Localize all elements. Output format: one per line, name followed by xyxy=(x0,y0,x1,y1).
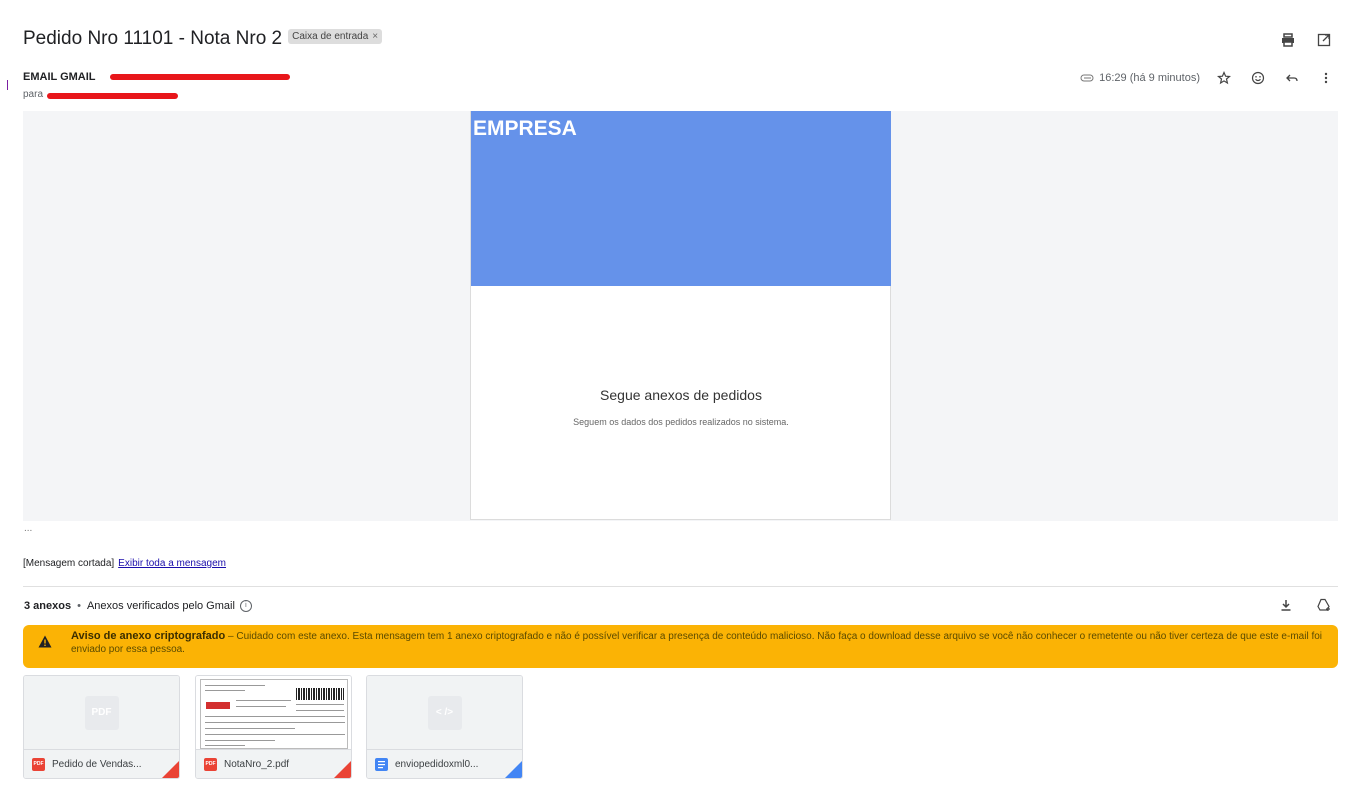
attachment-actions xyxy=(1276,595,1334,615)
time-text: 16:29 (há 9 minutos) xyxy=(1099,72,1200,84)
warning-title: Aviso de anexo criptografado xyxy=(71,630,226,642)
attachment-name: Pedido de Vendas... xyxy=(52,759,142,770)
attachment-thumbnail: < /> xyxy=(367,676,522,749)
pdf-icon: PDF xyxy=(204,758,217,771)
message-time: 16:29 (há 9 minutos) xyxy=(1080,72,1200,84)
label-chip-text: Caixa de entrada xyxy=(292,31,369,43)
clipped-message: [Mensagem cortada] Exibir toda a mensagem xyxy=(23,558,226,569)
subject-text: Pedido Nro 11101 - Nota Nro 2 xyxy=(23,28,283,49)
card-title: Segue anexos de pedidos xyxy=(600,387,762,403)
company-name: EMPRESA xyxy=(473,117,577,140)
add-to-drive-icon[interactable] xyxy=(1314,595,1334,615)
clipped-label: [Mensagem cortada] xyxy=(23,558,115,569)
label-chip-inbox[interactable]: Caixa de entrada × xyxy=(288,29,383,45)
attachment-thumbnail: PDF xyxy=(24,676,179,749)
encrypted-attachment-warning: Aviso de anexo criptografado – Cuidado c… xyxy=(23,625,1338,668)
message-meta: 16:29 (há 9 minutos) xyxy=(1080,68,1336,88)
top-actions xyxy=(1278,30,1334,50)
attachment-thumbnail xyxy=(196,676,351,749)
email-subject: Pedido Nro 11101 - Nota Nro 2 Caixa de en… xyxy=(23,28,383,50)
redacted-recipient xyxy=(47,93,178,99)
show-full-message-link[interactable]: Exibir toda a mensagem xyxy=(118,558,226,569)
card-subtitle: Seguem os dados dos pedidos realizados n… xyxy=(573,417,789,427)
logo-block xyxy=(206,702,230,709)
attachment-card-2[interactable]: PDF NotaNro_2.pdf xyxy=(195,675,352,779)
warning-icon xyxy=(38,635,52,648)
trimmed-content-dots[interactable]: ... xyxy=(24,523,32,534)
recipient-line[interactable]: para xyxy=(23,89,43,100)
code-placeholder: < /> xyxy=(427,695,462,730)
star-icon[interactable] xyxy=(1214,68,1234,88)
email-card: EMPRESA Segue anexos de pedidos Seguem o… xyxy=(470,111,891,520)
warning-text: – Cuidado com este anexo. Esta mensagem … xyxy=(71,631,1323,655)
pdf-placeholder: PDF xyxy=(84,695,119,730)
pdf-icon: PDF xyxy=(32,758,45,771)
attachment-corner xyxy=(161,761,179,778)
barcode xyxy=(296,688,344,700)
unread-marker xyxy=(7,80,8,90)
attachment-footer: PDF Pedido de Vendas... xyxy=(24,749,179,778)
reply-icon[interactable] xyxy=(1282,68,1302,88)
attachment-corner xyxy=(504,761,522,778)
label-remove-button[interactable]: × xyxy=(372,31,378,42)
attachment-footer: enviopedidoxml0... xyxy=(367,749,522,778)
sender-name[interactable]: EMAIL GMAIL xyxy=(23,71,96,83)
verified-text: Anexos verificados pelo Gmail xyxy=(86,600,235,612)
divider xyxy=(23,586,1338,587)
attachment-card-3[interactable]: < /> enviopedidoxml0... xyxy=(366,675,523,779)
print-icon[interactable] xyxy=(1278,30,1298,50)
document-preview xyxy=(200,679,348,749)
attachment-corner xyxy=(333,761,351,778)
attachment-card-1[interactable]: PDF PDF Pedido de Vendas... xyxy=(23,675,180,779)
emoji-reaction-icon[interactable] xyxy=(1248,68,1268,88)
download-all-icon[interactable] xyxy=(1276,595,1296,615)
attachment-name: NotaNro_2.pdf xyxy=(224,759,290,770)
more-options-icon[interactable] xyxy=(1316,68,1336,88)
attachment-count: 3 anexos xyxy=(24,600,72,612)
recipient-prefix: para xyxy=(23,89,44,100)
redacted-email xyxy=(110,74,290,80)
attachments-header: 3 anexos • Anexos verificados pelo Gmail… xyxy=(24,600,252,612)
separator: • xyxy=(77,600,81,612)
open-new-window-icon[interactable] xyxy=(1314,30,1334,50)
attachment-clip-icon xyxy=(1080,74,1094,82)
company-banner: EMPRESA xyxy=(471,111,891,286)
doc-icon xyxy=(375,758,388,771)
info-icon[interactable]: i xyxy=(239,600,252,612)
attachment-footer: PDF NotaNro_2.pdf xyxy=(196,749,351,778)
attachment-name: enviopedidoxml0... xyxy=(395,759,479,770)
